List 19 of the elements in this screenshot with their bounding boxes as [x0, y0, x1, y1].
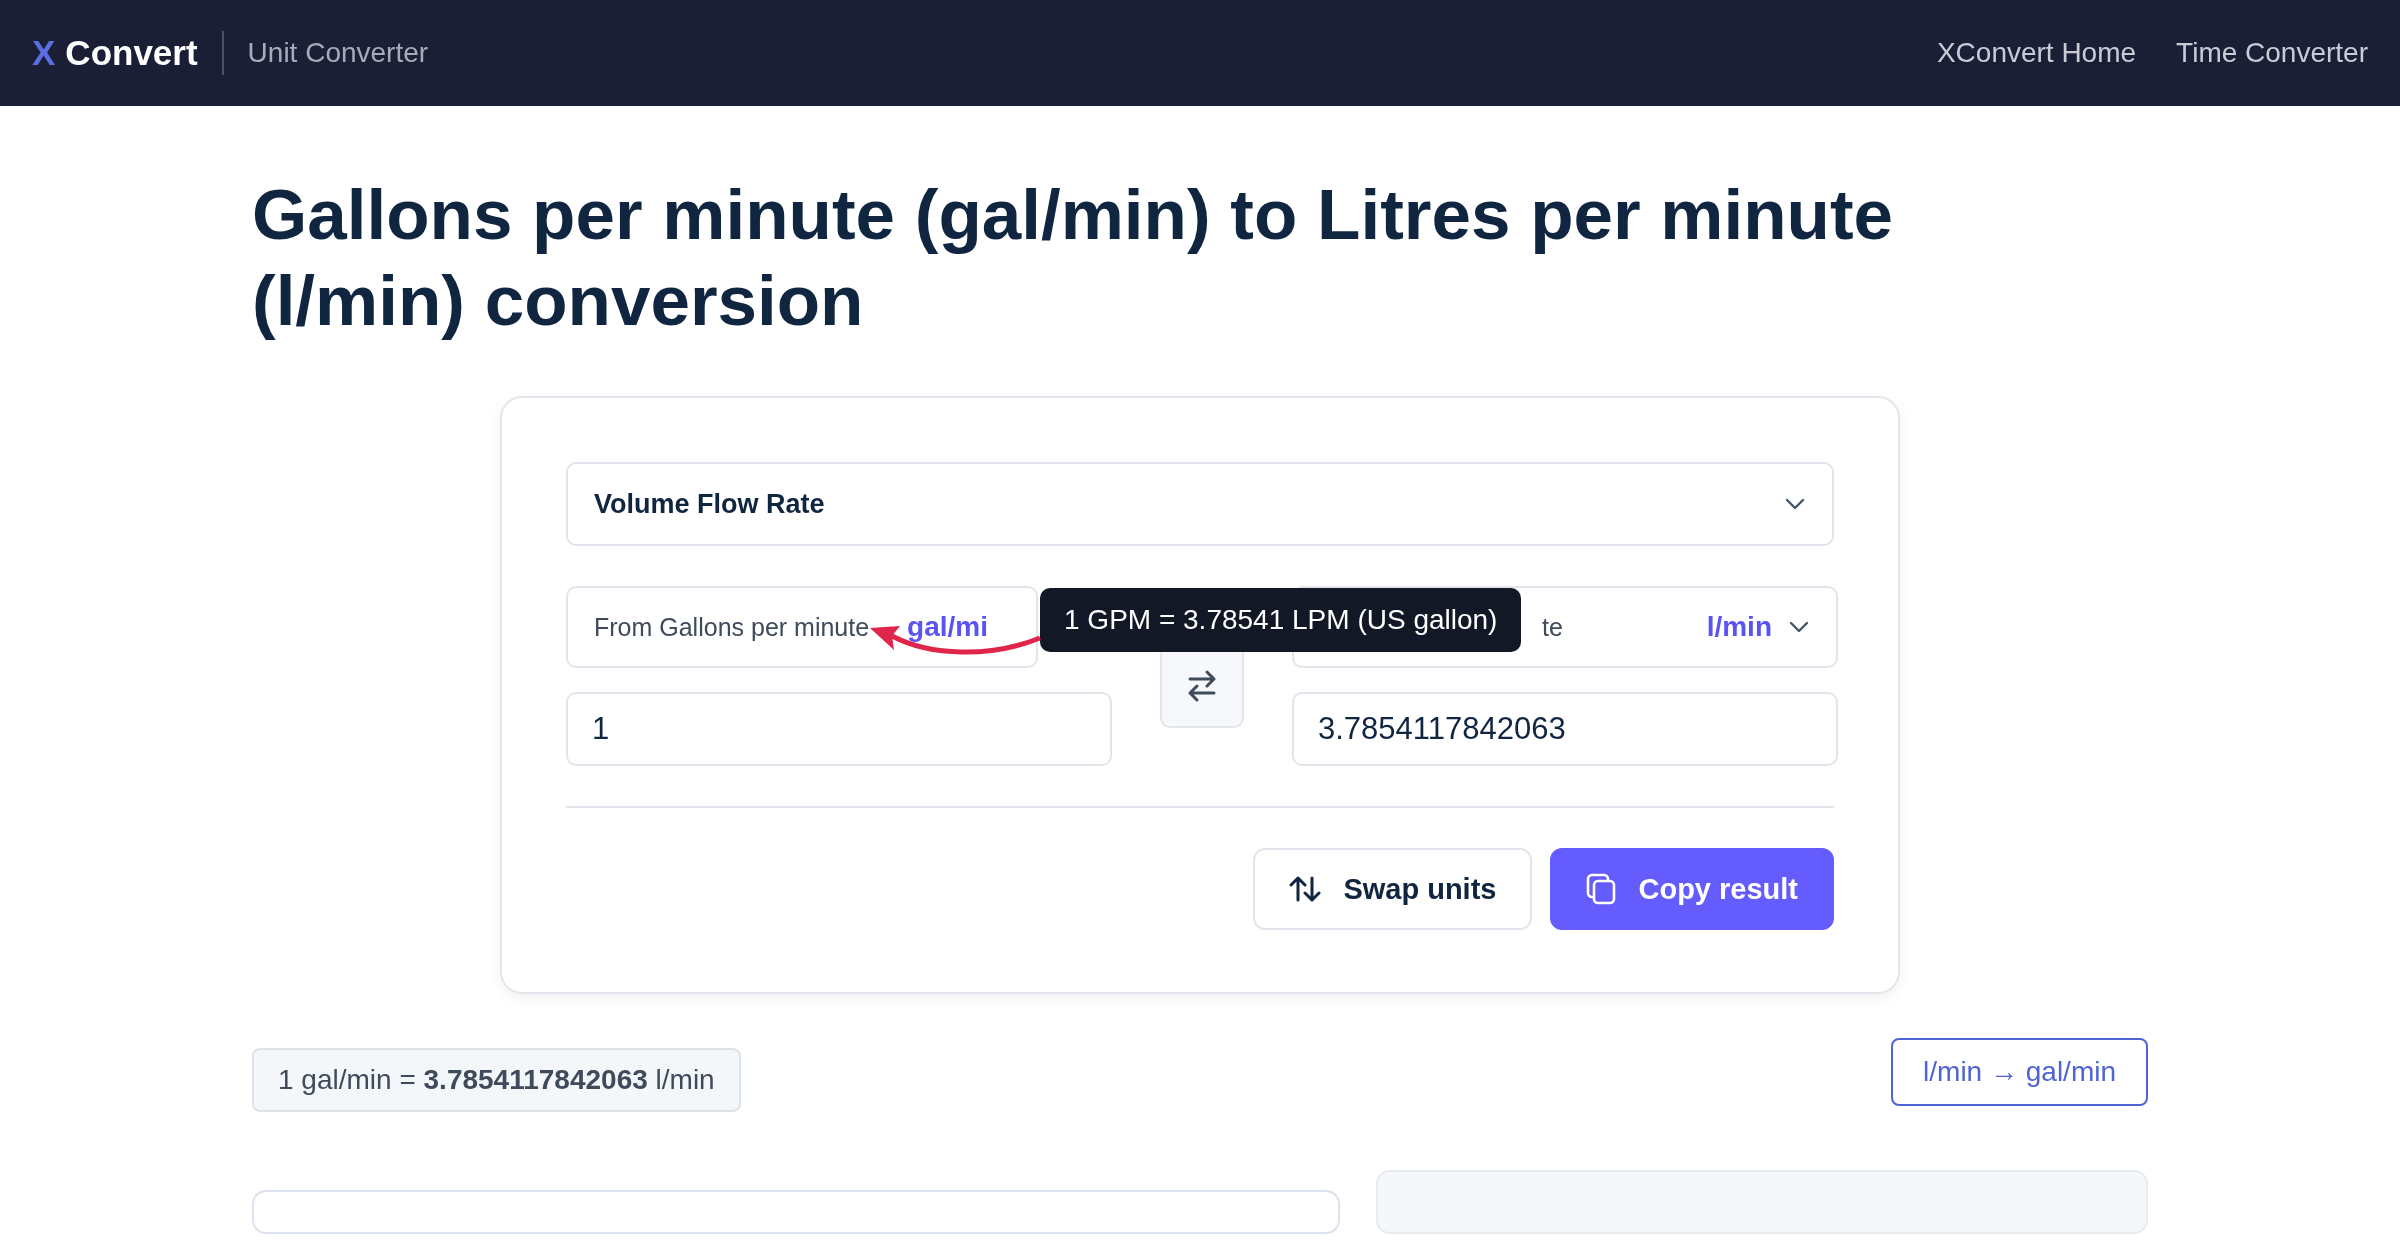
nav-link[interactable]: Time Converter — [2176, 37, 2368, 69]
reverse-conversion-link[interactable]: l/min → gal/min — [1891, 1038, 2148, 1106]
copy-result-button[interactable]: Copy result — [1550, 848, 1834, 930]
page-title: Gallons per minute (gal/min) to Litres per minute (l/min) conversion — [252, 174, 1895, 342]
swap-units-button[interactable]: Swap units — [1253, 848, 1533, 930]
from-value-field[interactable]: 1 — [566, 692, 1112, 766]
nav-link[interactable]: XConvert Home — [1936, 37, 2137, 69]
section-title: Unit Converter — [247, 37, 429, 69]
tooltip: 1 GPM = 3.78541 LPM (US gallon) — [1040, 588, 1522, 652]
chevron-down-icon — [1788, 620, 1810, 634]
category-select[interactable]: Volume Flow Rate — [566, 462, 1834, 546]
conversion-summary: 1 gal/min = 3.7854117842063 l/min — [252, 1048, 741, 1112]
to-value-field[interactable]: 3.7854117842063 — [1292, 692, 1838, 766]
copy-icon — [1586, 873, 1617, 905]
from-unit-select[interactable]: From Gallons per minute gal/mi — [566, 586, 1038, 668]
chevron-down-icon — [1784, 497, 1806, 511]
logo-text[interactable]: Convert — [65, 33, 198, 73]
logo-mark[interactable]: X — [32, 33, 56, 73]
swap-vertical-icon — [1289, 874, 1322, 904]
